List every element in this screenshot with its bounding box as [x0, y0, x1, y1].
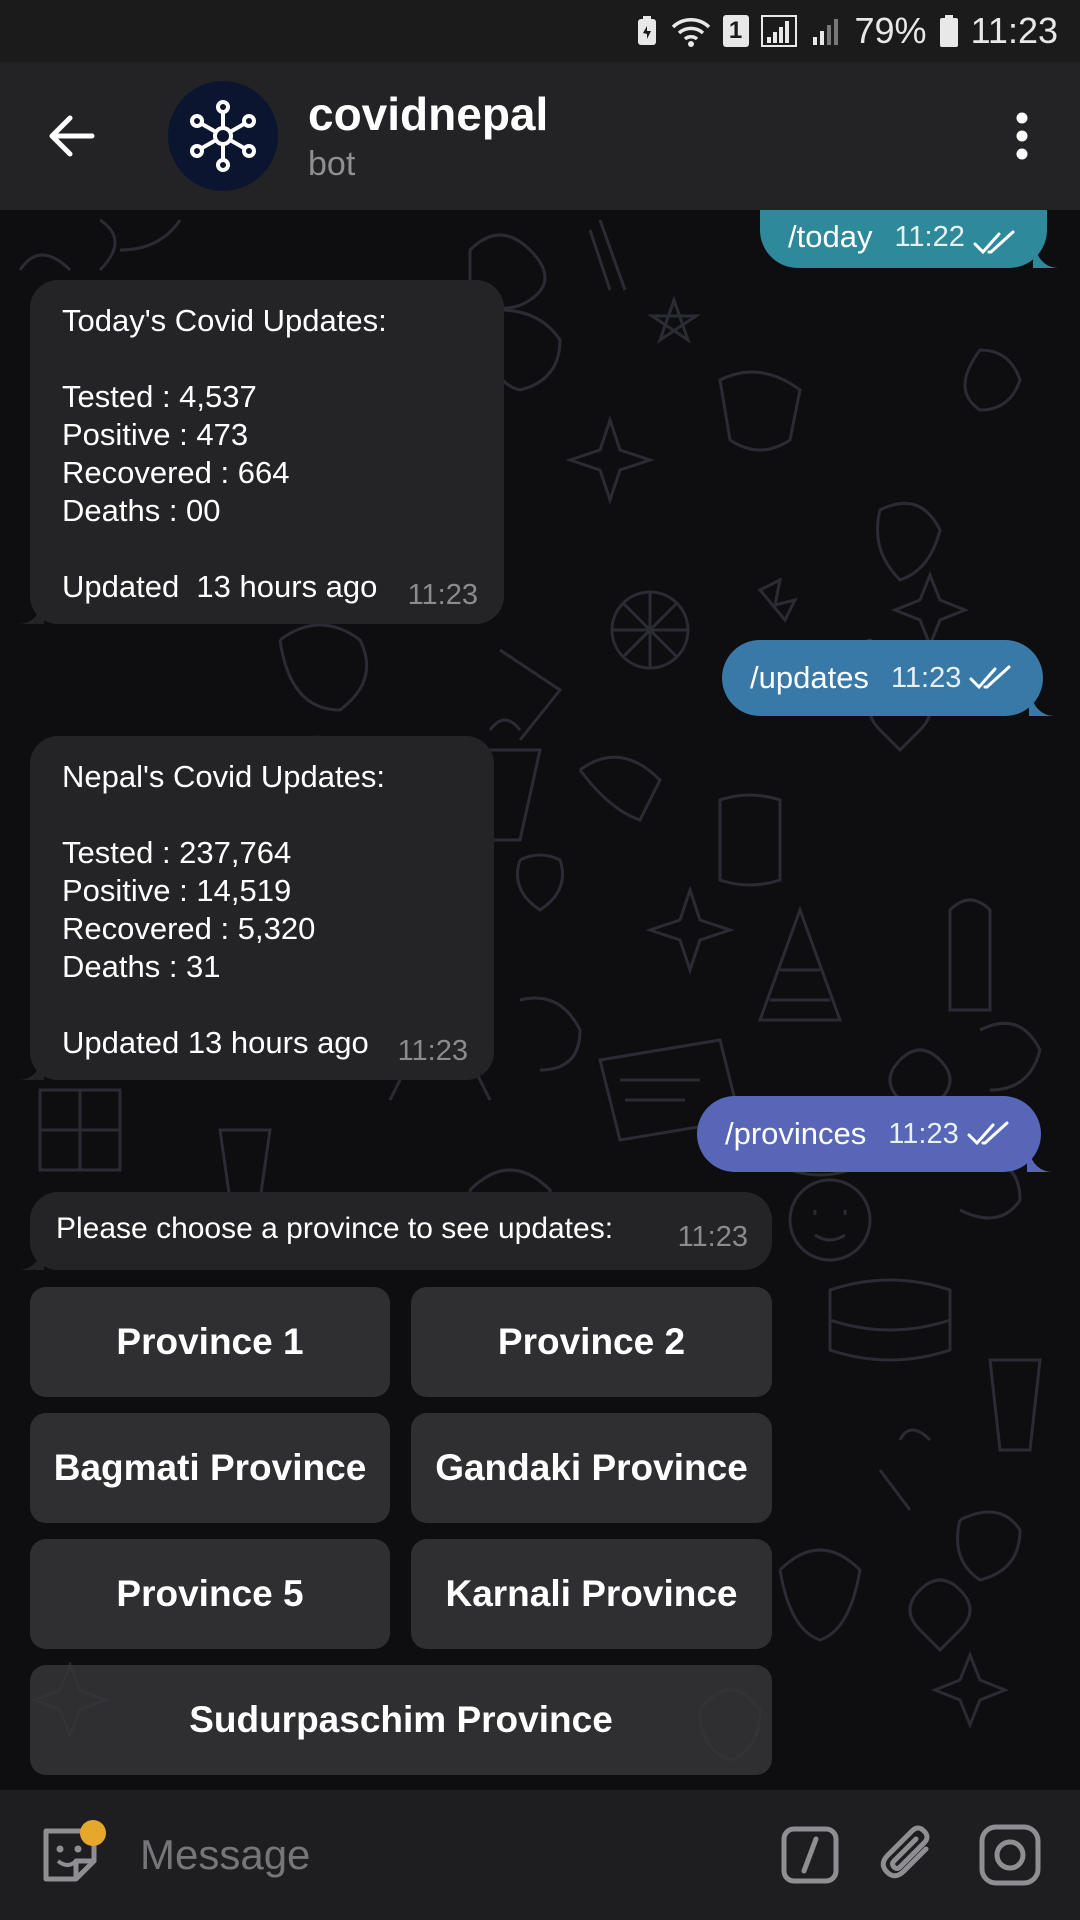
message-line: Tested : 4,537	[62, 379, 257, 414]
message-in-today-updates[interactable]: Today's Covid Updates: Tested : 4,537 Po…	[18, 280, 504, 624]
new-stickers-dot	[80, 1820, 106, 1846]
province-2-button[interactable]: Province 2	[411, 1287, 772, 1397]
message-line: Recovered : 664	[62, 455, 290, 490]
back-button[interactable]	[0, 62, 144, 210]
message-out-provinces[interactable]: /provinces 11:23	[697, 1096, 1053, 1172]
menu-button[interactable]	[982, 62, 1062, 210]
message-out-today[interactable]: /today 11:22	[760, 210, 1059, 268]
message-line	[62, 340, 478, 378]
message-line	[62, 530, 478, 568]
sticker-emoji-button[interactable]	[0, 1790, 140, 1920]
double-check-icon	[973, 230, 1017, 256]
double-check-icon	[967, 1121, 1011, 1147]
message-line	[62, 796, 468, 834]
bot-commands-button[interactable]	[760, 1790, 860, 1920]
province-1-button[interactable]: Province 1	[30, 1287, 390, 1397]
more-vertical-icon	[1016, 112, 1028, 160]
back-arrow-icon	[49, 115, 95, 157]
battery-saver-icon	[635, 15, 659, 47]
message-in-choose-province[interactable]: Please choose a province to see updates:…	[18, 1192, 772, 1270]
karnali-province-button[interactable]: Karnali Province	[411, 1539, 772, 1649]
message-line: Tested : 237,764	[62, 835, 292, 870]
bagmati-province-button[interactable]: Bagmati Province	[30, 1413, 390, 1523]
message-time: 11:23	[677, 1221, 748, 1253]
bot-avatar[interactable]	[168, 81, 278, 191]
message-input[interactable]	[140, 1805, 760, 1905]
camera-button[interactable]	[960, 1790, 1060, 1920]
message-footer: Updated 13 hours ago	[62, 569, 378, 604]
message-out-updates[interactable]: /updates 11:23	[722, 640, 1056, 716]
province-5-button[interactable]: Province 5	[30, 1539, 390, 1649]
message-time: 11:23	[407, 579, 478, 611]
wifi-icon	[671, 15, 711, 47]
battery-percent: 79%	[854, 10, 927, 51]
bubble-tail	[18, 1244, 44, 1270]
message-input-bar	[0, 1790, 1080, 1920]
bubble-tail	[1029, 690, 1056, 716]
chat-title-block[interactable]: covidnepal bot	[308, 86, 982, 186]
message-line	[62, 986, 468, 1024]
message-line: Recovered : 5,320	[62, 911, 316, 946]
gandaki-province-button[interactable]: Gandaki Province	[411, 1413, 772, 1523]
message-time: 11:23	[397, 1035, 468, 1067]
camera-icon	[979, 1824, 1041, 1886]
chat-title: covidnepal	[308, 88, 549, 140]
message-text: /updates	[750, 660, 869, 695]
bubble-tail	[1032, 242, 1059, 268]
double-check-icon	[969, 665, 1013, 691]
attach-button[interactable]	[860, 1790, 960, 1920]
sudurpaschim-province-button[interactable]: Sudurpaschim Province	[30, 1665, 772, 1775]
bubble-tail	[18, 598, 44, 624]
message-line: Deaths : 31	[62, 949, 221, 984]
message-time: 11:22	[894, 221, 965, 253]
message-footer: Updated 13 hours ago	[62, 1025, 369, 1060]
bubble-tail	[1026, 1146, 1053, 1172]
message-text: Please choose a province to see updates:	[56, 1212, 614, 1245]
message-text: /today	[788, 219, 873, 254]
battery-icon	[939, 14, 959, 48]
message-line: Positive : 473	[62, 417, 249, 452]
signal-icon	[760, 15, 799, 47]
sim-badge: 1	[722, 15, 749, 47]
bubble-tail	[18, 1054, 44, 1080]
message-line: Nepal's Covid Updates:	[62, 759, 385, 794]
status-bar: 1 79% 11:23	[0, 0, 1080, 62]
signal-2-icon	[811, 15, 843, 47]
message-line: Today's Covid Updates:	[62, 303, 387, 338]
message-line: Positive : 14,519	[62, 873, 292, 908]
virus-icon	[190, 100, 256, 172]
message-in-nepal-updates[interactable]: Nepal's Covid Updates: Tested : 237,764 …	[18, 736, 494, 1080]
paperclip-icon	[880, 1825, 930, 1879]
clock: 11:23	[970, 10, 1058, 51]
chat-subtitle: bot	[308, 145, 356, 183]
message-text: /provinces	[725, 1116, 867, 1151]
chat-header: covidnepal bot	[0, 62, 1080, 210]
message-line: Deaths : 00	[62, 493, 221, 528]
chat-area[interactable]: /today 11:22 Today's Covid Updates: Test…	[0, 210, 1080, 1790]
message-time: 11:23	[890, 662, 962, 694]
message-time: 11:23	[888, 1118, 959, 1150]
slash-command-icon	[781, 1826, 839, 1884]
